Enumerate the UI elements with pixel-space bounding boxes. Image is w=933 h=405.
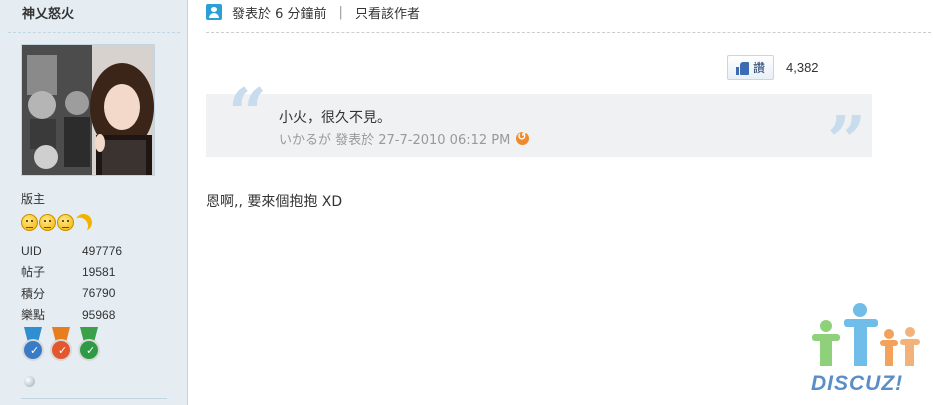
online-status-icon[interactable] [24,376,35,387]
stat-value[interactable]: 19581 [82,265,115,279]
level-icons [21,214,92,232]
post-body: 恩啊,, 要來個抱抱 XD [206,194,343,210]
stat-key: UID [21,243,42,258]
thumbs-up-icon [735,61,750,75]
like-count: 4,382 [786,60,819,75]
quote-author-time: いかるが 發表於 27-7-2010 06:12 PM [279,133,511,148]
stat-key: 積分 [21,286,46,301]
open-quote-icon: “ [228,74,268,154]
sidebar-divider [21,398,167,399]
author-username[interactable]: 神乂怒火 [22,3,74,22]
stat-key: 樂點 [21,308,46,323]
quote-text: 小火，很久不見。 [279,110,391,126]
logo-figures [812,303,920,366]
stat-row-points: 積分 76790 [21,283,161,304]
smiley-icon [57,214,74,231]
avatar[interactable] [21,44,155,176]
stat-value[interactable]: 76790 [82,286,115,300]
like-button[interactable]: 讚 [727,55,774,80]
stat-value: 95968 [82,307,116,322]
stat-row-credits: 樂點 95968 [21,304,161,325]
stat-row-posts: 帖子 19581 [21,261,161,282]
user-online-icon [206,4,222,20]
smiley-icon [21,214,38,231]
author-stats: UID 497776 帖子 19581 積分 76790 樂點 95968 [21,240,161,325]
logo-text: DISCUZ! [811,372,904,395]
stat-row-uid: UID 497776 [21,240,161,261]
stat-value[interactable]: 497776 [82,244,122,258]
only-author-link[interactable]: 只看該作者 [355,3,420,22]
medal-green-icon[interactable]: ✓ [77,327,101,367]
medal-orange-icon[interactable]: ✓ [49,327,73,367]
discuz-logo: DISCUZ! [808,302,933,405]
post-time: 發表於 6 分鐘前 [232,6,327,22]
smiley-icon [39,214,56,231]
quote-meta: いかるが 發表於 27-7-2010 06:12 PM [279,129,530,148]
sidebar-divider [8,32,180,33]
post-header-divider [206,32,931,33]
avatar-image [22,45,154,175]
like-label: 讚 [752,61,765,75]
close-quote-icon: ” [827,102,867,182]
quote-block: “ 小火，很久不見。 いかるが 發表於 27-7-2010 06:12 PM ” [206,80,872,176]
jump-to-post-icon[interactable] [516,130,530,145]
stat-key: 帖子 [21,265,46,280]
moon-icon [73,212,95,234]
author-rank: 版主 [21,192,46,206]
medal-blue-icon[interactable]: ✓ [21,327,45,367]
post-header: 發表於 6 分鐘前 | 只看該作者 [206,2,420,22]
author-sidebar: 神乂怒火 版主 UID 497776 帖子 19581 積分 76790 樂點 … [0,0,188,405]
medal-list: ✓ ✓ ✓ [21,327,101,367]
header-separator: | [338,4,343,20]
